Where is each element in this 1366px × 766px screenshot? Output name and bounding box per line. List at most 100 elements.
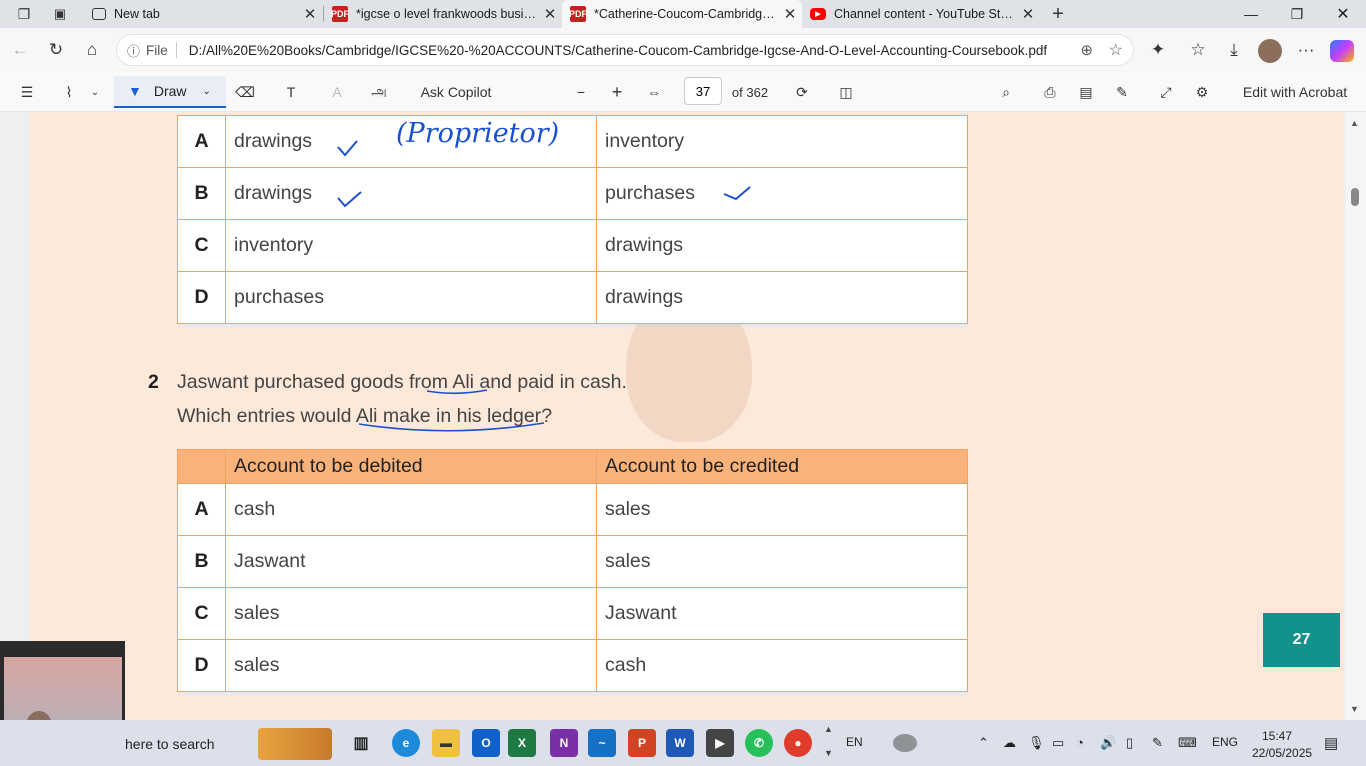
save-as-icon[interactable]: ✎ — [1110, 80, 1134, 104]
tab-title: New tab — [114, 7, 160, 21]
read-aloud-icon[interactable]: A — [324, 80, 350, 104]
page-number-input[interactable]: 37 — [684, 77, 722, 105]
notifications-icon[interactable]: ▤ — [1324, 734, 1338, 752]
file-explorer-icon[interactable]: ▬ — [432, 729, 460, 757]
pen-menu-icon[interactable]: ✎ — [1152, 735, 1163, 751]
show-hidden-icons[interactable]: ⌃ — [978, 735, 989, 751]
url-text[interactable]: D:/All%20E%20Books/Cambridge/IGCSE%20-%2… — [189, 43, 1047, 58]
copilot-icon[interactable] — [1330, 40, 1354, 62]
question-text-underlined: from Ali — [408, 371, 474, 393]
save-icon[interactable]: ▤ — [1074, 80, 1098, 104]
close-window-icon[interactable]: ✕ — [1320, 0, 1366, 28]
zoom-out-icon[interactable]: − — [570, 80, 592, 104]
refresh-icon[interactable]: ↻ — [40, 34, 72, 66]
tab-actions-icon[interactable]: ▣ — [46, 4, 74, 24]
credit-cell: sales — [596, 535, 968, 588]
minimize-icon[interactable]: — — [1228, 0, 1274, 28]
language-indicator[interactable]: ENG — [1212, 735, 1238, 749]
tab-youtube-studio[interactable]: ▶ Channel content - YouTube Studio ✕ — [802, 0, 1040, 28]
back-icon[interactable]: ← — [4, 34, 36, 66]
chevron-up-icon[interactable]: ▲ — [824, 724, 833, 734]
tab-frankwoods[interactable]: PDF *igcse o level frankwoods business ✕ — [324, 0, 562, 28]
rotate-icon[interactable]: ⟳ — [790, 80, 814, 104]
table-header-row: Account to be debited Account to be cred… — [177, 449, 968, 484]
eraser-icon[interactable]: ⌫ — [232, 80, 258, 104]
new-tab-button[interactable]: + — [1044, 2, 1072, 26]
print-icon[interactable]: ⎙ — [1038, 80, 1062, 104]
table-row: C sales Jaswant — [177, 587, 968, 640]
close-tab-icon[interactable]: ✕ — [298, 5, 322, 23]
powerpoint-icon[interactable]: P — [628, 729, 656, 757]
workspaces-icon[interactable]: ❐ — [10, 4, 38, 24]
text-box-icon[interactable]: T — [278, 80, 304, 104]
chevron-down-icon[interactable]: ⌄ — [203, 86, 211, 97]
question-text: ? — [541, 405, 553, 427]
volume-icon[interactable]: 🔊 — [1100, 735, 1116, 751]
chevron-down-icon[interactable]: ⌄ — [86, 80, 104, 104]
taskbar-search[interactable]: here to search — [125, 736, 215, 752]
ask-copilot-button[interactable]: Ask Copilot — [414, 80, 498, 104]
excel-icon[interactable]: X — [508, 729, 536, 757]
info-icon[interactable]: ⓘ — [127, 41, 140, 60]
question-number: 2 — [148, 371, 159, 393]
contents-icon[interactable]: ☰ — [14, 80, 40, 104]
microphone-icon[interactable]: 🎙 — [1028, 735, 1045, 751]
tab-catherine-coursebook[interactable]: PDF *Catherine-Coucom-Cambridge-Igcse ✕ — [562, 0, 802, 28]
tab-title: *igcse o level frankwoods business — [356, 7, 538, 21]
close-tab-icon[interactable]: ✕ — [538, 5, 562, 23]
restore-icon[interactable]: ❐ — [1274, 0, 1320, 28]
onedrive-icon[interactable]: ☁ — [1003, 735, 1016, 751]
battery-icon[interactable]: ▯ — [1126, 735, 1133, 751]
scroll-down-icon[interactable]: ▼ — [1350, 704, 1359, 714]
favorites-icon[interactable]: ☆ — [1182, 34, 1214, 66]
chevron-down-icon[interactable]: ▼ — [824, 748, 833, 758]
clock-time[interactable]: 15:47 — [1262, 729, 1292, 743]
translate-icon[interactable]: அ — [366, 80, 392, 104]
file-label: File — [146, 42, 168, 58]
language-indicator[interactable]: EN — [846, 735, 863, 749]
header-credit: Account to be credited — [596, 449, 968, 484]
more-menu-icon[interactable]: ··· — [1290, 34, 1322, 66]
clock-date[interactable]: 22/05/2025 — [1252, 746, 1312, 760]
option-key: D — [177, 639, 226, 692]
zoom-icon[interactable]: ⊕ — [1080, 41, 1093, 59]
fit-page-icon[interactable]: ⇔ — [642, 80, 666, 104]
task-view-icon[interactable]: ▥ — [347, 729, 375, 757]
wifi-icon[interactable]: ◔ — [1076, 735, 1084, 750]
camera-icon[interactable]: ▭ — [1052, 735, 1064, 751]
search-icon[interactable]: ⌕ — [994, 80, 1018, 104]
downloads-icon[interactable]: ⤓ — [1218, 34, 1250, 66]
video-editor-icon[interactable]: ▶ — [706, 729, 734, 757]
favorite-star-icon[interactable]: ☆ — [1109, 40, 1123, 60]
edge-icon[interactable]: e — [392, 729, 420, 757]
outlook-icon[interactable]: O — [472, 729, 500, 757]
close-tab-icon[interactable]: ✕ — [1016, 5, 1040, 23]
pdf-icon: PDF — [331, 6, 349, 22]
app-icon[interactable]: ~ — [588, 729, 616, 757]
highlight-icon[interactable]: ⌇ — [56, 80, 82, 104]
address-bar[interactable]: ⓘ File D:/All%20E%20Books/Cambridge/IGCS… — [116, 34, 1134, 66]
edit-with-acrobat-button[interactable]: Edit with Acrobat — [1236, 80, 1354, 104]
page-number-badge: 27 — [1263, 613, 1340, 667]
fullscreen-icon[interactable]: ⤢ — [1154, 80, 1178, 104]
option-key: A — [177, 483, 226, 536]
extensions-icon[interactable]: ✦ — [1142, 34, 1174, 66]
close-tab-icon[interactable]: ✕ — [778, 5, 802, 23]
tab-title: Channel content - YouTube Studio — [834, 7, 1016, 21]
home-icon[interactable]: ⌂ — [76, 34, 108, 66]
tab-new-tab[interactable]: New tab ✕ — [84, 0, 322, 28]
keyboard-icon[interactable]: ⌨ — [1178, 735, 1197, 751]
weather-icon[interactable] — [893, 734, 917, 752]
recorder-icon[interactable]: ● — [784, 729, 812, 757]
scroll-up-icon[interactable]: ▲ — [1350, 118, 1359, 128]
draw-button[interactable]: ▼ Draw ⌄ — [114, 76, 226, 108]
page-view-icon[interactable]: ◫ — [834, 80, 858, 104]
onenote-icon[interactable]: N — [550, 729, 578, 757]
zoom-in-icon[interactable]: + — [606, 80, 628, 104]
word-icon[interactable]: W — [666, 729, 694, 757]
scrollbar-thumb[interactable] — [1351, 188, 1359, 206]
whatsapp-icon[interactable]: ✆ — [745, 729, 773, 757]
table-row: A cash sales — [177, 483, 968, 536]
settings-gear-icon[interactable]: ⚙ — [1190, 80, 1214, 104]
avatar[interactable] — [1258, 39, 1282, 63]
